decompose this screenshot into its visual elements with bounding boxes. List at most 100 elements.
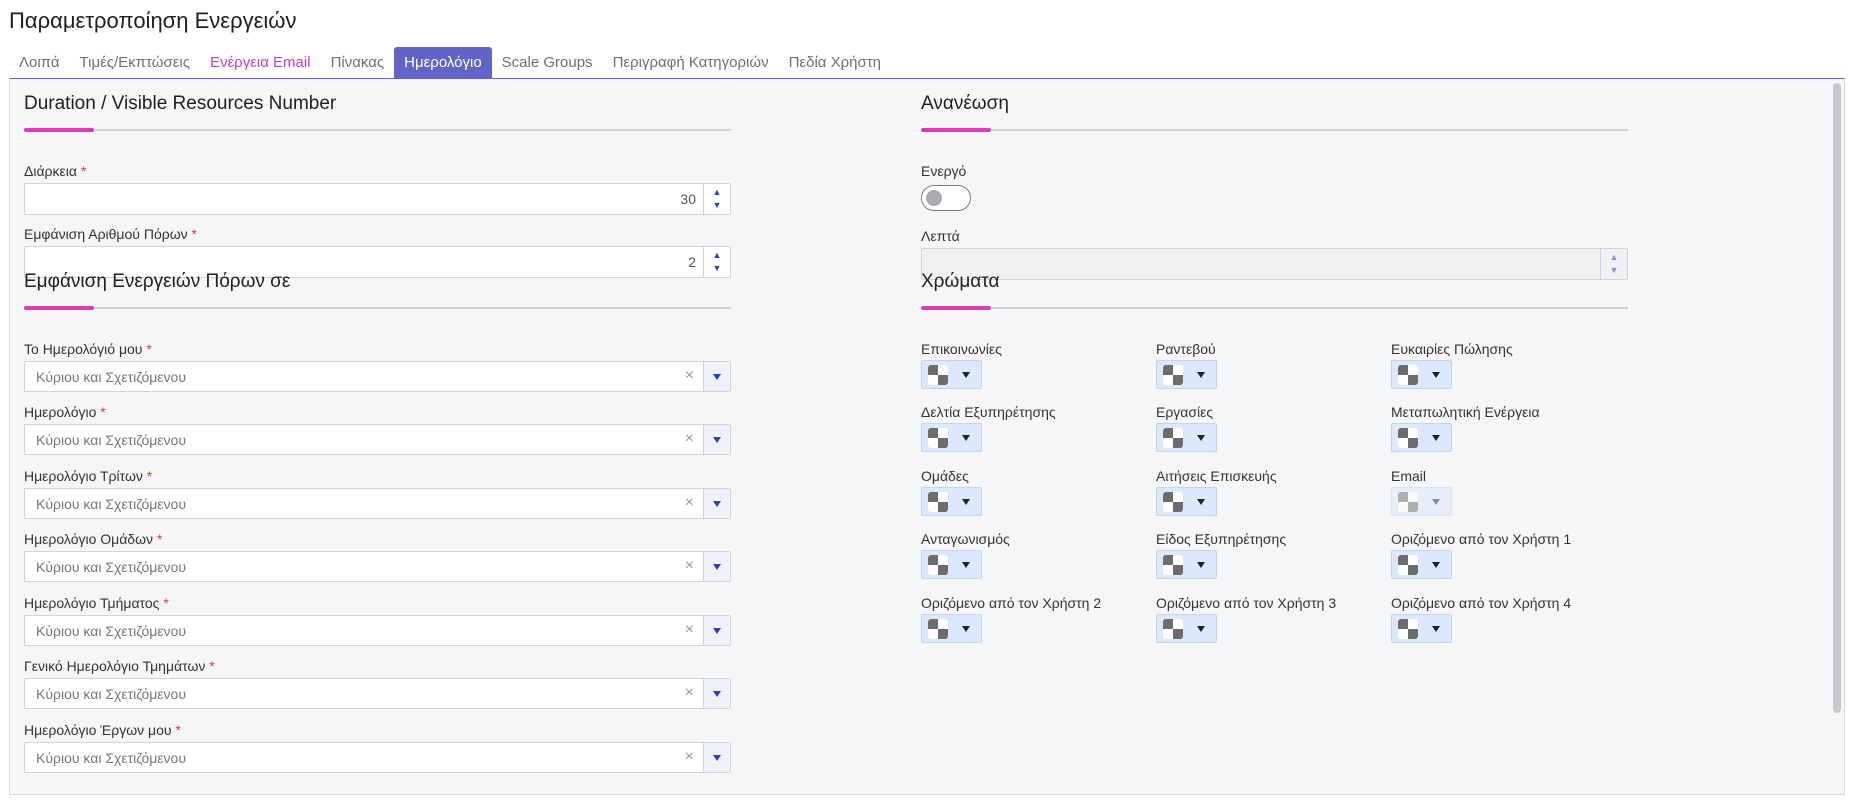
spin-up-icon[interactable]: ▲ [713, 186, 722, 199]
caret-down-icon [1432, 371, 1440, 378]
color-picker-user-defined-3[interactable] [1156, 614, 1217, 643]
caret-down-icon [1432, 498, 1440, 505]
my-calendar-select[interactable]: Κύριου και Σχετιζόμενου × [24, 361, 731, 392]
color-picker-user-defined-1[interactable] [1391, 550, 1452, 579]
clear-icon[interactable]: × [685, 748, 694, 766]
my-projects-calendar-select[interactable]: Κύριου και Σχετιζόμενου × [24, 742, 731, 773]
caret-down-icon [1432, 561, 1440, 568]
chevron-down-icon[interactable] [703, 743, 730, 772]
color-swatch-icon [928, 491, 948, 512]
color-picker-repair-requests[interactable] [1156, 487, 1217, 516]
color-label: Ραντεβού [1156, 341, 1216, 357]
clear-icon[interactable]: × [685, 621, 694, 639]
clear-icon[interactable]: × [685, 430, 694, 448]
color-picker-service-tickets[interactable] [921, 423, 982, 452]
calendar-select[interactable]: Κύριου και Σχετιζόμενου × [24, 424, 731, 455]
color-label: Email [1391, 468, 1427, 484]
color-label: Ομάδες [921, 468, 969, 484]
tab-category-description[interactable]: Περιγραφή Κατηγοριών [603, 47, 779, 78]
department-calendar-select[interactable]: Κύριου και Σχετιζόμενου × [24, 615, 731, 646]
tab-email-action[interactable]: Ενέργεια Email [200, 47, 321, 78]
color-label: Οριζόμενο από τον Χρήστη 2 [921, 595, 1102, 611]
calendar-settings-panel: Duration / Visible Resources Number Διάρ… [9, 78, 1845, 795]
section-divider [921, 306, 1628, 310]
color-picker-service-type[interactable] [1156, 550, 1217, 579]
chevron-down-icon[interactable] [703, 489, 730, 518]
color-swatch-icon [928, 427, 948, 448]
tab-table[interactable]: Πίνακας [321, 47, 395, 78]
color-label: Ευκαιρίες Πώλησης [1391, 341, 1513, 357]
color-label: Οριζόμενο από τον Χρήστη 3 [1156, 595, 1337, 611]
duration-label: Διάρκεια * [24, 163, 87, 179]
caret-down-icon [962, 371, 970, 378]
spin-down-icon[interactable]: ▼ [713, 199, 722, 212]
page-title: Παραμετροποίηση Ενεργειών [9, 8, 297, 33]
duration-input[interactable]: 30 ▲ ▼ [24, 183, 731, 215]
color-swatch-icon [928, 618, 948, 639]
caret-down-icon [1432, 434, 1440, 441]
color-swatch-icon [1163, 364, 1183, 385]
color-label: Εργασίες [1156, 404, 1214, 420]
chevron-down-icon[interactable] [703, 679, 730, 708]
tab-calendar[interactable]: Ημερολόγιο [394, 47, 492, 78]
color-swatch-icon [1163, 618, 1183, 639]
color-picker-appointments[interactable] [1156, 360, 1217, 389]
caret-down-icon [1197, 561, 1205, 568]
color-swatch-icon [1398, 618, 1418, 639]
caret-down-icon [962, 561, 970, 568]
chevron-down-icon[interactable] [703, 425, 730, 454]
minutes-label: Λεπτά [921, 228, 960, 244]
color-swatch-icon [1398, 427, 1418, 448]
my-calendar-label: Το Ημερολόγιό μου * [24, 341, 152, 357]
duration-spinner: ▲ ▼ [703, 184, 730, 214]
color-picker-communications[interactable] [921, 360, 982, 389]
color-swatch-icon [1398, 554, 1418, 575]
color-picker-groups[interactable] [921, 487, 982, 516]
third-party-calendar-select[interactable]: Κύριου και Σχετιζόμενου × [24, 488, 731, 519]
third-party-calendar-label: Ημερολόγιο Τρίτων * [24, 468, 153, 484]
color-label: Επικοινωνίες [921, 341, 1002, 357]
color-picker-user-defined-2[interactable] [921, 614, 982, 643]
display-section: Εμφάνιση Ενεργειών Πόρων σε [24, 271, 731, 310]
tab-user-fields[interactable]: Πεδία Χρήστη [779, 47, 891, 78]
section-divider [24, 128, 731, 132]
spin-up-icon[interactable]: ▲ [713, 249, 722, 262]
toggle-knob [926, 190, 942, 206]
general-department-calendar-label: Γενικό Ημερολόγιο Τμημάτων * [24, 658, 215, 674]
refresh-section-title: Ανανέωση [921, 93, 1009, 114]
chevron-down-icon[interactable] [703, 362, 730, 391]
tab-bar: Λοιπά Τιμές/Εκπτώσεις Ενέργεια Email Πίν… [9, 47, 891, 78]
my-projects-calendar-label: Ημερολόγιο Έργων μου * [24, 722, 181, 738]
clear-icon[interactable]: × [685, 557, 694, 575]
refresh-section: Ανανέωση [921, 93, 1628, 132]
spin-up-icon[interactable]: ▲ [1610, 251, 1619, 264]
department-calendar-label: Ημερολόγιο Τμήματος * [24, 595, 169, 611]
color-swatch-icon [1398, 364, 1418, 385]
color-picker-user-defined-4[interactable] [1391, 614, 1452, 643]
chevron-down-icon[interactable] [703, 616, 730, 645]
color-label: Αιτήσεις Επισκευής [1156, 468, 1277, 484]
tab-scale-groups[interactable]: Scale Groups [492, 47, 603, 78]
group-calendar-select[interactable]: Κύριου και Σχετιζόμενου × [24, 551, 731, 582]
tab-other[interactable]: Λοιπά [9, 47, 70, 78]
active-toggle[interactable] [921, 185, 971, 211]
clear-icon[interactable]: × [685, 684, 694, 702]
color-picker-after-sales[interactable] [1391, 423, 1452, 452]
chevron-down-icon[interactable] [703, 552, 730, 581]
color-swatch-icon [1163, 491, 1183, 512]
duration-value: 30 [680, 191, 696, 207]
color-label: Οριζόμενο από τον Χρήστη 4 [1391, 595, 1572, 611]
vertical-scrollbar[interactable] [1833, 83, 1841, 713]
caret-down-icon [962, 434, 970, 441]
color-picker-sales-opportunities[interactable] [1391, 360, 1452, 389]
color-picker-tasks[interactable] [1156, 423, 1217, 452]
color-label: Είδος Εξυπηρέτησης [1156, 531, 1287, 547]
active-label: Ενεργό [921, 163, 967, 179]
color-swatch-icon [1163, 427, 1183, 448]
duration-section-title: Duration / Visible Resources Number [24, 93, 337, 114]
general-department-calendar-select[interactable]: Κύριου και Σχετιζόμενου × [24, 678, 731, 709]
color-picker-competition[interactable] [921, 550, 982, 579]
clear-icon[interactable]: × [685, 367, 694, 385]
tab-prices-discounts[interactable]: Τιμές/Εκπτώσεις [70, 47, 200, 78]
clear-icon[interactable]: × [685, 494, 694, 512]
